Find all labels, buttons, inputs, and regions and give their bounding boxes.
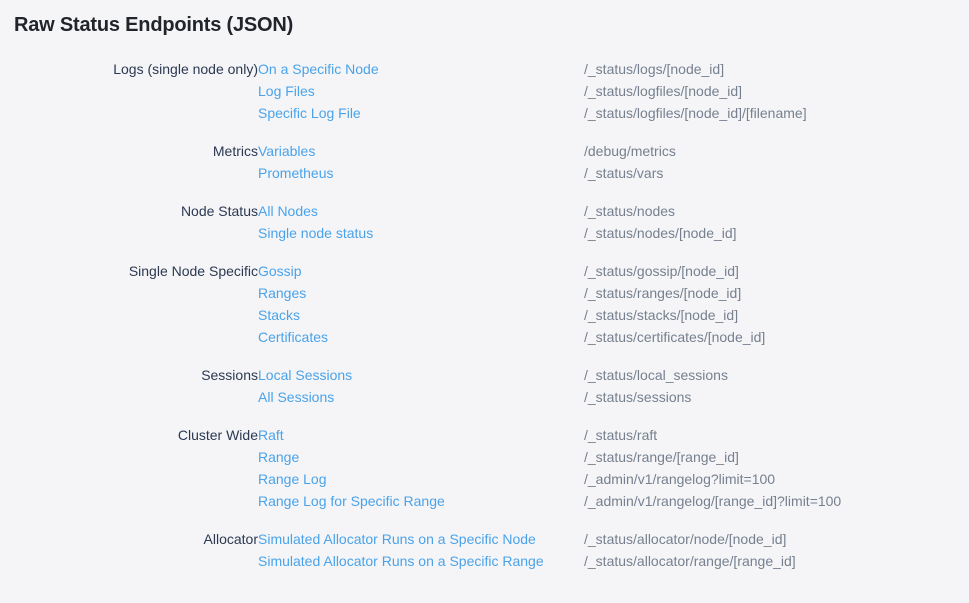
endpoint-link-cell: Range Log — [258, 468, 584, 490]
endpoint-row: Single Node SpecificGossip /_status/gossi… — [14, 244, 924, 282]
endpoint-path: /_status/gossip/[node_id] — [584, 244, 924, 282]
endpoint-link[interactable]: All Sessions — [258, 389, 334, 405]
category-label: Single Node Specific — [14, 244, 258, 282]
endpoint-row: Single node status /_status/nodes/[node_i… — [14, 222, 924, 244]
category-label — [14, 304, 258, 326]
endpoint-link-cell: Stacks — [258, 304, 584, 326]
endpoint-link[interactable]: Ranges — [258, 285, 306, 301]
endpoint-link-cell: Local Sessions — [258, 348, 584, 386]
endpoint-row: Range /_status/range/[range_id] — [14, 446, 924, 468]
endpoint-row: Ranges /_status/ranges/[node_id] — [14, 282, 924, 304]
endpoint-row: Specific Log File /_status/logfiles/[node… — [14, 102, 924, 124]
endpoint-path: /_status/vars — [584, 162, 924, 184]
endpoint-path: /_admin/v1/rangelog/[range_id]?limit=100 — [584, 490, 924, 512]
endpoint-link-cell: Variables — [258, 124, 584, 162]
endpoint-row: Cluster WideRaft /_status/raft — [14, 408, 924, 446]
category-label: Metrics — [14, 124, 258, 162]
endpoint-path: /debug/metrics — [584, 124, 924, 162]
endpoint-link-cell: On a Specific Node — [258, 58, 584, 80]
endpoint-path: /_status/nodes — [584, 184, 924, 222]
category-label — [14, 468, 258, 490]
endpoint-row: AllocatorSimulated Allocator Runs on a S… — [14, 512, 924, 550]
endpoint-link-cell: All Sessions — [258, 386, 584, 408]
endpoint-row: Certificates /_status/certificates/[node_… — [14, 326, 924, 348]
raw-status-endpoints-page: Raw Status Endpoints (JSON) Logs (single… — [0, 0, 969, 572]
endpoint-path: /_status/certificates/[node_id] — [584, 326, 924, 348]
endpoint-row: Prometheus /_status/vars — [14, 162, 924, 184]
endpoint-link[interactable]: Variables — [258, 143, 315, 159]
endpoint-link-cell: Simulated Allocator Runs on a Specific N… — [258, 512, 584, 550]
endpoint-link-cell: Range — [258, 446, 584, 468]
endpoint-row: All Sessions /_status/sessions — [14, 386, 924, 408]
category-label: Cluster Wide — [14, 408, 258, 446]
category-label — [14, 446, 258, 468]
endpoint-path: /_status/stacks/[node_id] — [584, 304, 924, 326]
endpoints-table: Logs (single node only)On a Specific Nod… — [14, 58, 924, 572]
endpoint-link[interactable]: Raft — [258, 427, 284, 443]
endpoint-link-cell: Specific Log File — [258, 102, 584, 124]
endpoint-link-cell: Single node status — [258, 222, 584, 244]
endpoint-link[interactable]: On a Specific Node — [258, 61, 379, 77]
endpoint-path: /_status/logfiles/[node_id]/[filename] — [584, 102, 924, 124]
endpoint-link[interactable]: Single node status — [258, 225, 373, 241]
endpoint-path: /_admin/v1/rangelog?limit=100 — [584, 468, 924, 490]
endpoint-row: MetricsVariables/debug/metrics — [14, 124, 924, 162]
endpoint-link-cell: Ranges — [258, 282, 584, 304]
endpoint-link[interactable]: All Nodes — [258, 203, 318, 219]
category-label — [14, 162, 258, 184]
endpoint-link[interactable]: Specific Log File — [258, 105, 361, 121]
endpoint-row: Logs (single node only)On a Specific Nod… — [14, 58, 924, 80]
category-label: Sessions — [14, 348, 258, 386]
endpoint-path: /_status/allocator/range/[range_id] — [584, 550, 924, 572]
endpoint-row: Node StatusAll Nodes /_status/nodes — [14, 184, 924, 222]
endpoint-link[interactable]: Stacks — [258, 307, 300, 323]
endpoint-path: /_status/nodes/[node_id] — [584, 222, 924, 244]
endpoint-link-cell: Range Log for Specific Range — [258, 490, 584, 512]
category-label — [14, 386, 258, 408]
category-label: Allocator — [14, 512, 258, 550]
endpoint-link[interactable]: Prometheus — [258, 165, 333, 181]
endpoint-row: Range Log /_admin/v1/rangelog?limit=100 — [14, 468, 924, 490]
endpoint-link-cell: Raft — [258, 408, 584, 446]
endpoint-link-cell: Certificates — [258, 326, 584, 348]
endpoint-row: SessionsLocal Sessions /_status/local_ses… — [14, 348, 924, 386]
endpoint-row: Log Files /_status/logfiles/[node_id] — [14, 80, 924, 102]
endpoint-link-cell: Simulated Allocator Runs on a Specific R… — [258, 550, 584, 572]
category-label — [14, 80, 258, 102]
endpoint-row: Range Log for Specific Range /_admin/v1/r… — [14, 490, 924, 512]
endpoint-link[interactable]: Range — [258, 449, 299, 465]
endpoint-link-cell: Log Files — [258, 80, 584, 102]
endpoint-link[interactable]: Range Log — [258, 471, 327, 487]
category-label: Logs (single node only) — [14, 58, 258, 80]
endpoint-path: /_status/logs/[node_id] — [584, 58, 924, 80]
category-label: Node Status — [14, 184, 258, 222]
category-label — [14, 490, 258, 512]
category-label — [14, 102, 258, 124]
category-label — [14, 326, 258, 348]
endpoint-path: /_status/logfiles/[node_id] — [584, 80, 924, 102]
endpoint-link[interactable]: Simulated Allocator Runs on a Specific N… — [258, 531, 536, 547]
endpoint-link[interactable]: Gossip — [258, 263, 302, 279]
category-label — [14, 222, 258, 244]
endpoint-path: /_status/range/[range_id] — [584, 446, 924, 468]
endpoint-path: /_status/allocator/node/[node_id] — [584, 512, 924, 550]
endpoint-link-cell: All Nodes — [258, 184, 584, 222]
endpoint-link[interactable]: Local Sessions — [258, 367, 352, 383]
endpoint-link-cell: Gossip — [258, 244, 584, 282]
page-title: Raw Status Endpoints (JSON) — [14, 13, 969, 37]
endpoint-path: /_status/raft — [584, 408, 924, 446]
endpoint-path: /_status/local_sessions — [584, 348, 924, 386]
endpoints-table-body: Logs (single node only)On a Specific Nod… — [14, 58, 924, 572]
endpoint-row: Stacks /_status/stacks/[node_id] — [14, 304, 924, 326]
endpoint-link[interactable]: Certificates — [258, 329, 328, 345]
endpoint-row: Simulated Allocator Runs on a Specific R… — [14, 550, 924, 572]
category-label — [14, 282, 258, 304]
category-label — [14, 550, 258, 572]
endpoint-path: /_status/sessions — [584, 386, 924, 408]
endpoint-path: /_status/ranges/[node_id] — [584, 282, 924, 304]
endpoint-link[interactable]: Range Log for Specific Range — [258, 493, 445, 509]
endpoint-link[interactable]: Simulated Allocator Runs on a Specific R… — [258, 553, 544, 569]
endpoint-link[interactable]: Log Files — [258, 83, 315, 99]
endpoint-link-cell: Prometheus — [258, 162, 584, 184]
